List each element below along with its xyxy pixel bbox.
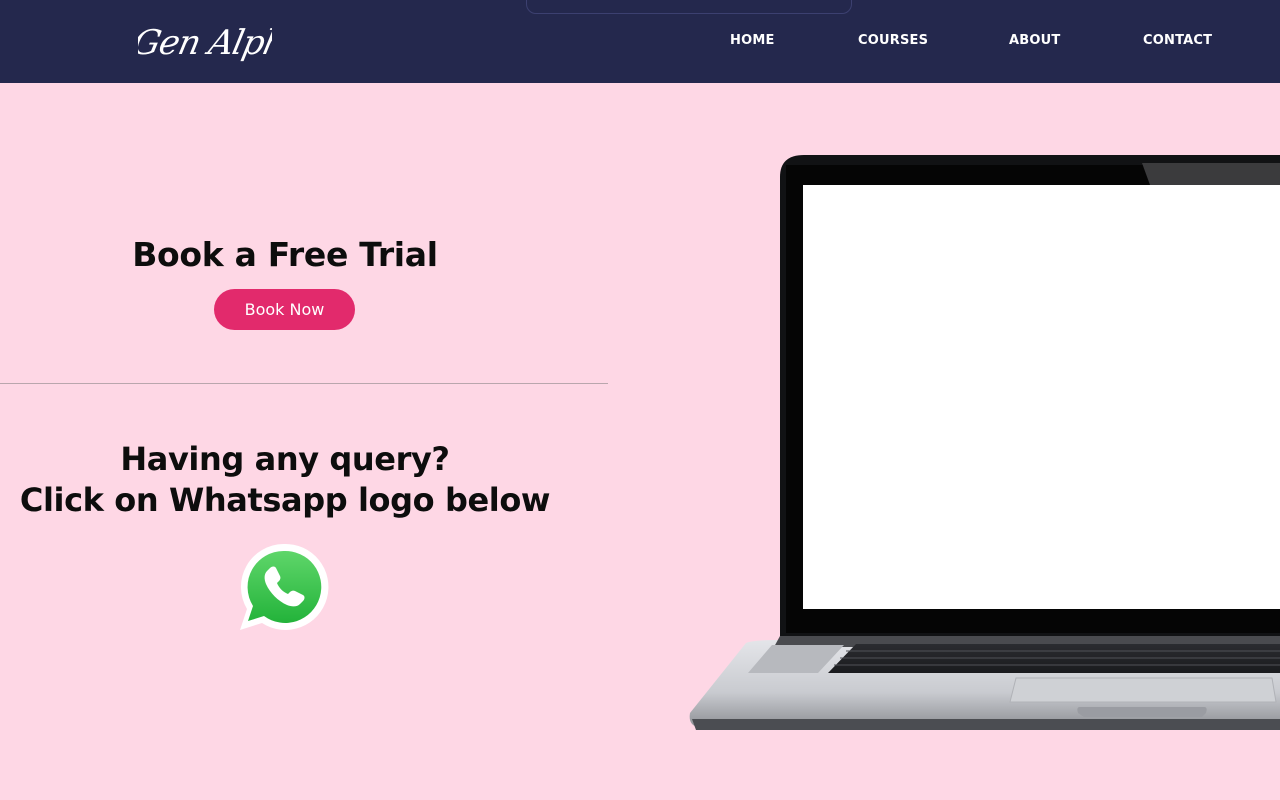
search-bar[interactable] bbox=[526, 0, 852, 14]
free-trial-heading: Book a Free Trial bbox=[132, 235, 438, 274]
query-heading-line2: Click on Whatsapp logo below bbox=[19, 481, 551, 519]
whatsapp-icon[interactable] bbox=[236, 540, 331, 635]
section-divider bbox=[0, 383, 608, 384]
book-now-button[interactable]: Book Now bbox=[214, 289, 355, 330]
laptop-image bbox=[689, 155, 1280, 730]
nav-courses[interactable]: COURSES bbox=[858, 33, 928, 48]
site-header: Gen Alpha HOME COURSES ABOUT CONTACT bbox=[0, 0, 1280, 83]
nav-home[interactable]: HOME bbox=[730, 33, 775, 48]
nav-contact[interactable]: CONTACT bbox=[1143, 33, 1212, 48]
nav-about[interactable]: ABOUT bbox=[1009, 33, 1060, 48]
query-heading-line1: Having any query? bbox=[120, 440, 450, 478]
laptop-screen bbox=[803, 185, 1280, 609]
logo-text: Gen Alpha bbox=[138, 23, 272, 63]
gen-alpha-logo[interactable]: Gen Alpha bbox=[138, 12, 272, 74]
